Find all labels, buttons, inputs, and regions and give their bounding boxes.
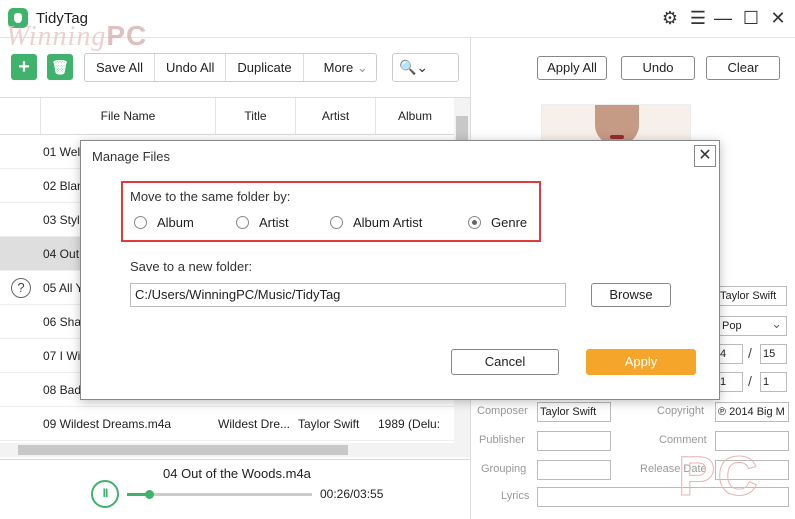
radio-dot[interactable] bbox=[236, 216, 249, 229]
apply-button[interactable]: Apply bbox=[586, 349, 696, 375]
modal-overlay: Manage Files ✕ Move to the same folder b… bbox=[0, 0, 795, 519]
close-icon[interactable]: ✕ bbox=[694, 145, 716, 167]
move-folder-label: Move to the same folder by: bbox=[130, 189, 291, 204]
radio-dot[interactable] bbox=[134, 216, 147, 229]
save-folder-label: Save to a new folder: bbox=[130, 259, 253, 274]
browse-button[interactable]: Browse bbox=[591, 283, 671, 307]
cancel-button[interactable]: Cancel bbox=[451, 349, 559, 375]
dialog-title: Manage Files bbox=[92, 149, 171, 164]
radio-label: Artist bbox=[259, 215, 289, 230]
radio-label: Album Artist bbox=[353, 215, 423, 230]
manage-files-dialog: Manage Files ✕ Move to the same folder b… bbox=[80, 140, 720, 400]
radio-dot[interactable] bbox=[468, 216, 481, 229]
radio-label: Album bbox=[157, 215, 194, 230]
radio-label: Genre bbox=[491, 215, 528, 230]
folder-path-input[interactable]: C:/Users/WinningPC/Music/TidyTag bbox=[130, 283, 566, 307]
radio-dot[interactable] bbox=[330, 216, 343, 229]
